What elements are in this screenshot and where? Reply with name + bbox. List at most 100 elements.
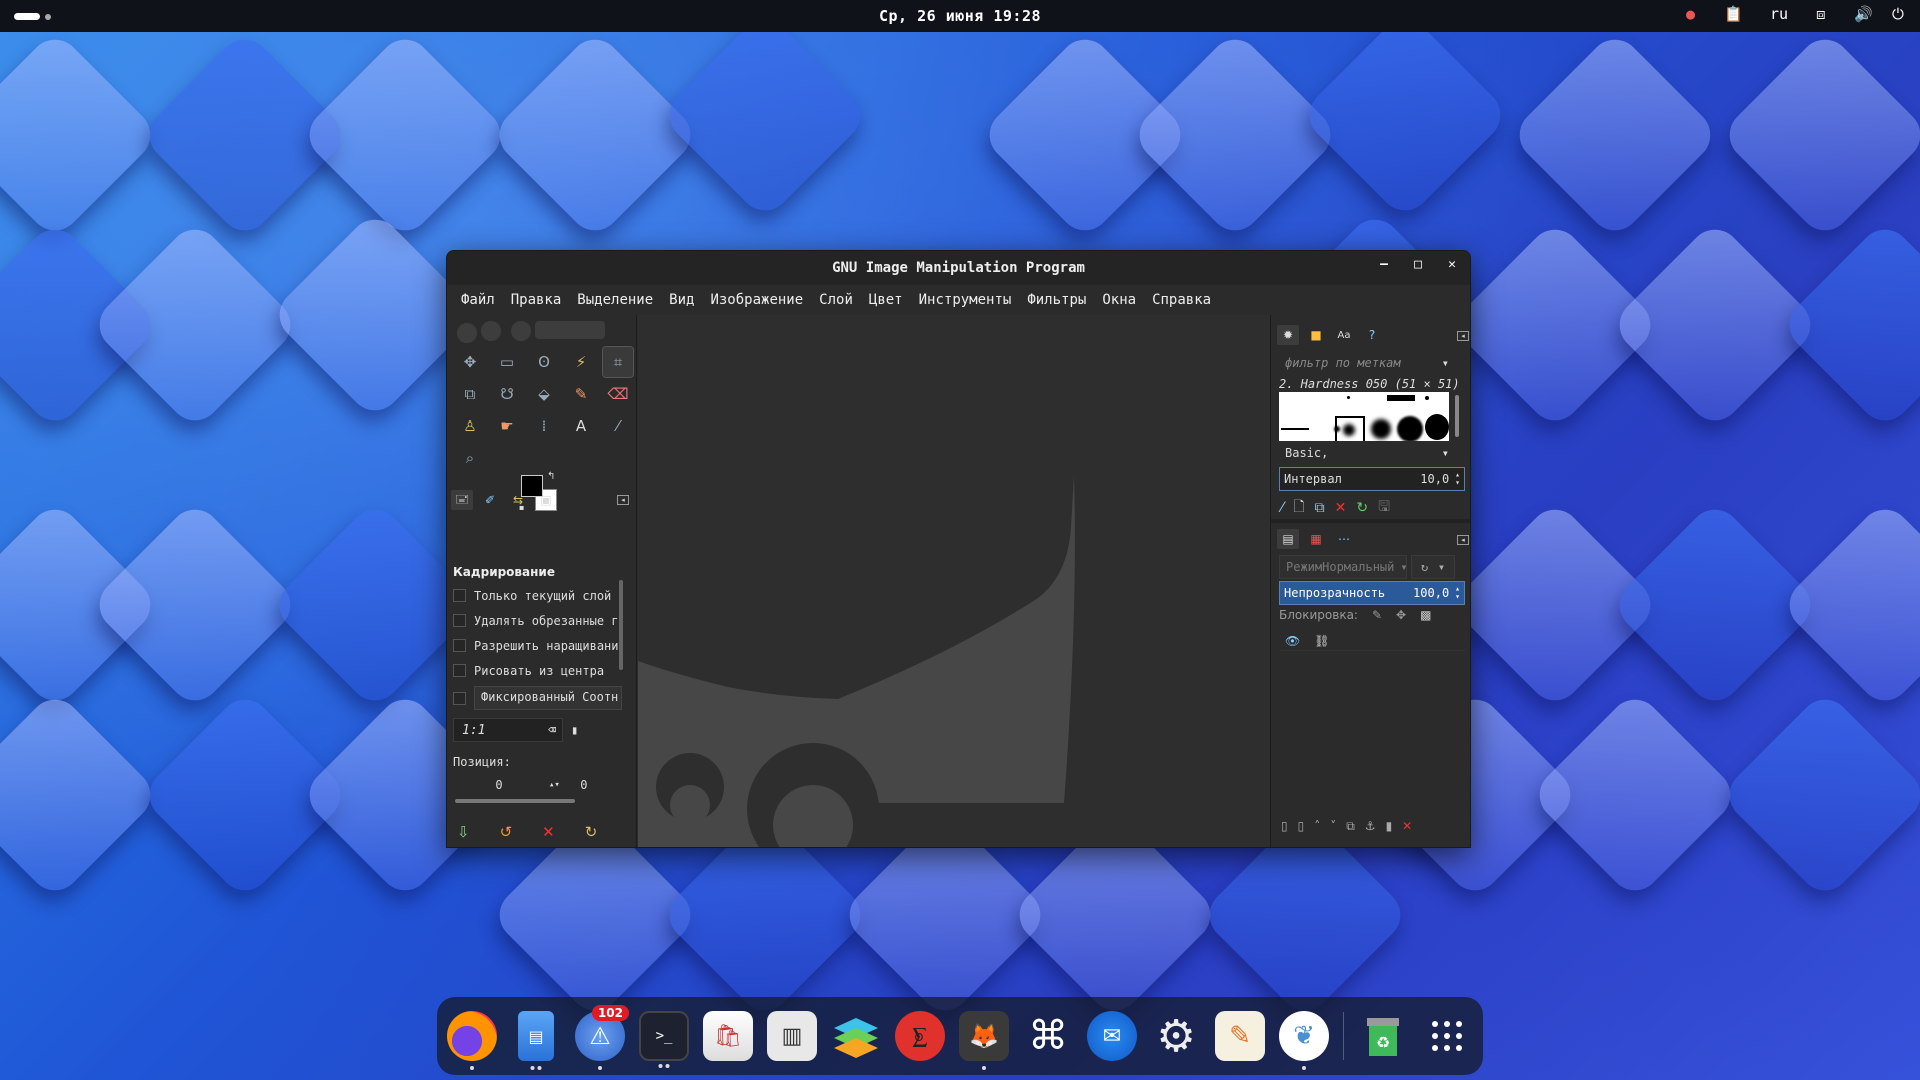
fuzzy-select-tool-icon[interactable]: ⚡	[566, 347, 596, 377]
menu-filters[interactable]: Фильтры	[1019, 292, 1094, 308]
screenshot-icon[interactable]: ⌘	[1023, 1011, 1073, 1061]
menu-layer[interactable]: Слой	[811, 292, 861, 308]
power-icon[interactable]: ⏻	[1892, 5, 1910, 23]
tool-options-tab-icon[interactable]: 🖃	[451, 490, 473, 510]
lock-alpha-icon[interactable]: ▩	[1420, 608, 1431, 622]
new-brush-icon[interactable]: 🗋	[1293, 496, 1304, 520]
edit-brush-icon[interactable]: ⁄	[1281, 500, 1283, 516]
lock-position-icon[interactable]: ✥	[1396, 608, 1406, 622]
text-tool-icon[interactable]: A	[566, 411, 596, 441]
clone-tool-icon[interactable]: ♙	[455, 411, 485, 441]
color-picker-tool-icon[interactable]: ⁄	[603, 411, 633, 441]
delete-cropped-checkbox[interactable]: Удалять обрезанные г	[453, 608, 633, 633]
menu-colors[interactable]: Цвет	[861, 292, 911, 308]
layers-tab-icon[interactable]: ▤	[1277, 529, 1299, 549]
current-layer-only-checkbox[interactable]: Только текущий слой	[453, 583, 633, 608]
swap-colors-icon[interactable]: ↰	[547, 471, 555, 482]
red-app-icon[interactable]: ⨊	[895, 1011, 945, 1061]
tag-filter-input[interactable]: фильтр по меткам ▾	[1279, 351, 1455, 375]
fixed-ratio-combo[interactable]: Фиксированный Соотн	[474, 686, 622, 710]
menu-windows[interactable]: Окна	[1094, 292, 1144, 308]
menu-select[interactable]: Выделение	[569, 292, 661, 308]
maximize-button[interactable]: □	[1408, 257, 1428, 272]
brush-tag-combo[interactable]: Basic, ▾	[1279, 441, 1455, 465]
position-x-field[interactable]: 0	[453, 773, 545, 797]
fonts-tab-icon[interactable]: Aa	[1333, 325, 1355, 345]
layer-mode-combo[interactable]: Режим Нормальный ▾	[1279, 555, 1407, 579]
volume-icon[interactable]: 🔊	[1854, 5, 1873, 23]
menu-help[interactable]: Справка	[1144, 292, 1219, 308]
zoom-tool-icon[interactable]: ⌕	[455, 443, 485, 473]
transform-tool-icon[interactable]: ⧉	[455, 379, 485, 409]
gimp-icon[interactable]: 🦊	[959, 1011, 1009, 1070]
keyboard-layout[interactable]: ru	[1770, 5, 1788, 23]
delete-brush-icon[interactable]: ✕	[1335, 500, 1347, 516]
menu-tools[interactable]: Инструменты	[911, 292, 1020, 308]
paths-tool-icon[interactable]: ⁞	[529, 411, 559, 441]
firefox-icon[interactable]	[447, 1011, 497, 1070]
tag-filter-dropdown-icon[interactable]: ▾	[1442, 356, 1449, 370]
opacity-spinbox[interactable]: Непрозрачность 100,0 ▴ ▾	[1279, 581, 1465, 605]
brush-grid[interactable]	[1279, 392, 1449, 444]
brush-thumb-line[interactable]	[1281, 428, 1309, 430]
menu-file[interactable]: Файл	[453, 292, 503, 308]
duplicate-layer-icon[interactable]: ⧉	[1346, 819, 1355, 834]
options-vscrollbar[interactable]	[619, 580, 623, 670]
clear-field-icon[interactable]: ⌫	[548, 723, 556, 738]
expand-from-center-checkbox[interactable]: Рисовать из центра	[453, 658, 633, 683]
brush-thumb[interactable]	[1347, 396, 1350, 399]
clipboard-icon[interactable]: 📋	[1724, 5, 1743, 23]
brush-thumb[interactable]	[1397, 416, 1423, 442]
smudge-tool-icon[interactable]: ☛	[492, 411, 522, 441]
undo-history-tab-icon[interactable]: ⇆	[507, 490, 529, 510]
layers-app-icon[interactable]	[831, 1011, 881, 1061]
paths-tab-icon[interactable]: ⋯	[1333, 529, 1355, 549]
brush-thumb[interactable]	[1387, 395, 1415, 401]
brush-grid-scrollbar[interactable]	[1455, 395, 1459, 437]
delete-preset-icon[interactable]: ✕	[542, 823, 555, 841]
window-titlebar[interactable]: GNU Image Manipulation Program – □ ✕	[447, 251, 1470, 285]
terminal-icon[interactable]: >_	[639, 1011, 689, 1068]
mode-dropdown-icon[interactable]: ▾	[1400, 560, 1406, 574]
channels-tab-icon[interactable]: ▦	[1305, 529, 1327, 549]
new-layer-group-icon[interactable]: ▯	[1281, 819, 1288, 834]
minimize-button[interactable]: –	[1374, 257, 1394, 272]
mask-layer-icon[interactable]: ▮	[1386, 819, 1393, 834]
bucket-fill-tool-icon[interactable]: ⬙	[529, 379, 559, 409]
device-status-tab-icon[interactable]: ✐	[479, 490, 501, 510]
coral-app-icon[interactable]: ❦	[1279, 1011, 1329, 1070]
brushes-dock-menu-icon[interactable]: ◂	[1457, 331, 1469, 341]
lower-layer-icon[interactable]: ˅	[1330, 819, 1336, 834]
menu-edit[interactable]: Правка	[503, 292, 570, 308]
paintbrush-tool-icon[interactable]: ✎	[566, 379, 596, 409]
chain-column-icon[interactable]: ⛓	[1314, 634, 1329, 648]
anchor-layer-icon[interactable]: ⚓	[1365, 819, 1376, 834]
menu-image[interactable]: Изображение	[702, 292, 811, 308]
reset-options-icon[interactable]: ↻	[585, 823, 598, 841]
brush-thumb[interactable]	[1371, 419, 1391, 439]
new-layer-icon[interactable]: ▯	[1298, 819, 1305, 834]
aspect-ratio-field[interactable]: 1:1 ⌫	[453, 718, 563, 742]
store-icon[interactable]: 🛍	[703, 1011, 753, 1061]
dock-separator[interactable]	[1271, 519, 1470, 523]
menu-view[interactable]: Вид	[661, 292, 702, 308]
refresh-brushes-icon[interactable]: ↻	[1356, 500, 1368, 516]
system-monitor-icon[interactable]: ▥	[767, 1011, 817, 1061]
opacity-spinner-icon[interactable]: ▴ ▾	[1455, 585, 1460, 601]
fixed-ratio-checkbox[interactable]	[453, 691, 466, 705]
position-y-field[interactable]: 0	[564, 773, 604, 797]
save-preset-icon[interactable]: ⇩	[457, 823, 470, 841]
tag-combo-dropdown-icon[interactable]: ▾	[1442, 446, 1449, 460]
spacing-spinbox[interactable]: Интервал 10,0 ▴ ▾	[1279, 467, 1465, 491]
trash-icon[interactable]: ♻	[1358, 1011, 1408, 1061]
allow-growing-checkbox[interactable]: Разрешить наращивани	[453, 633, 633, 658]
image-canvas[interactable]	[638, 315, 1270, 847]
layers-dock-menu-icon[interactable]: ◂	[1457, 535, 1469, 545]
text-editor-icon[interactable]: ✎	[1215, 1011, 1265, 1061]
duplicate-brush-icon[interactable]: ⧉	[1315, 500, 1325, 516]
brush-thumb[interactable]	[1425, 396, 1429, 400]
clock[interactable]: Ср, 26 июня 19:28	[0, 7, 1920, 25]
dock-menu-button-icon[interactable]: ◂	[617, 495, 629, 505]
open-brush-file-icon[interactable]: 🖫	[1378, 496, 1390, 520]
files-icon[interactable]: ▤	[518, 1011, 554, 1070]
